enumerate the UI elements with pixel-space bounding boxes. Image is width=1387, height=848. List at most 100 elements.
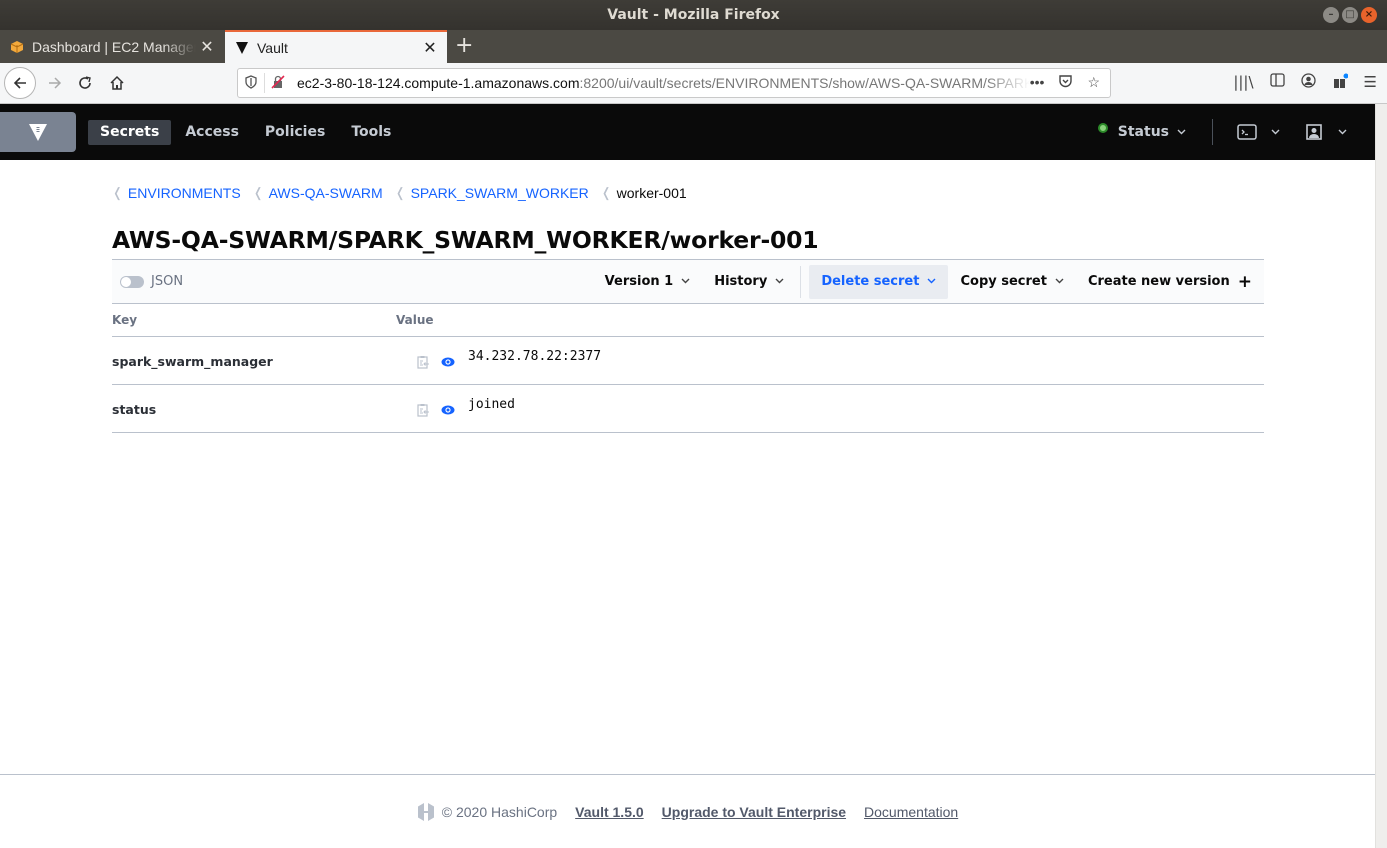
breadcrumb-item: ❬ worker-001 [601, 185, 687, 201]
close-tab-icon[interactable]: ✕ [419, 38, 441, 58]
home-button[interactable] [102, 68, 132, 98]
url-text[interactable]: ec2-3-80-18-124.compute-1.amazonaws.com:… [291, 75, 1030, 91]
page-footer: © 2020 HashiCorp Vault 1.5.0 Upgrade to … [0, 774, 1375, 848]
toolbar-divider [800, 265, 802, 298]
footer-vault-version-link[interactable]: Vault 1.5.0 [575, 804, 643, 820]
menu-hamburger-icon[interactable]: ☰ [1364, 73, 1377, 93]
header-divider [1212, 119, 1213, 145]
reveal-eye-icon[interactable] [441, 354, 455, 368]
navigation-toolbar: ec2-3-80-18-124.compute-1.amazonaws.com:… [0, 63, 1387, 104]
tab-strip: Dashboard | EC2 Management Console ✕ Vau… [0, 30, 1387, 63]
breadcrumb-item: ❬ AWS-QA-SWARM [253, 185, 383, 201]
secret-toolbar: JSON Version 1 History Delete secret Cop… [112, 259, 1264, 304]
tracking-protection-shield-icon[interactable] [238, 74, 264, 92]
back-button[interactable] [4, 67, 36, 99]
aws-box-icon [10, 40, 24, 54]
arrow-right-icon [49, 77, 62, 89]
status-menu-button[interactable]: Status [1097, 123, 1186, 140]
chevron-down-icon [927, 276, 936, 287]
chevron-left-icon: ❬ [252, 185, 264, 200]
hashicorp-logo-icon [417, 802, 434, 821]
breadcrumb: ❬ ENVIRONMENTS ❬ AWS-QA-SWARM ❬ SPARK_SW… [112, 185, 699, 201]
home-icon [110, 75, 124, 90]
breadcrumb-link-environments[interactable]: ENVIRONMENTS [128, 185, 241, 201]
chevron-down-icon [681, 276, 690, 287]
maximize-button[interactable]: □ [1342, 7, 1358, 23]
breadcrumb-item: ❬ SPARK_SWARM_WORKER [395, 185, 589, 201]
terminal-icon [1237, 124, 1257, 140]
nav-tools[interactable]: Tools [339, 120, 403, 145]
main-nav: Secrets Access Policies Tools [88, 120, 403, 145]
library-icon[interactable]: |||\ [1233, 73, 1253, 93]
tab-title: Vault [257, 39, 288, 56]
delete-secret-button[interactable]: Delete secret [809, 264, 949, 299]
footer-copyright: © 2020 HashiCorp [417, 802, 557, 822]
reload-button[interactable] [70, 68, 100, 98]
plus-icon: + [1237, 271, 1252, 292]
footer-documentation-link[interactable]: Documentation [864, 804, 958, 820]
page-actions-icon[interactable]: ••• [1030, 74, 1045, 92]
close-window-button[interactable]: × [1361, 7, 1377, 23]
column-header-key: Key [112, 313, 138, 327]
secret-key: spark_swarm_manager [112, 354, 273, 369]
tab-ec2-dashboard[interactable]: Dashboard | EC2 Management Console ✕ [0, 30, 224, 63]
table-row: spark_swarm_manager 34.232.78.22:2377 [112, 337, 1264, 385]
account-icon[interactable] [1300, 73, 1316, 93]
sidebar-icon[interactable] [1269, 73, 1285, 93]
create-new-version-button[interactable]: Create new version + [1076, 265, 1264, 299]
bookmark-star-icon[interactable]: ☆ [1087, 74, 1100, 92]
table-row: status joined [112, 385, 1264, 433]
reload-icon [79, 76, 91, 89]
breadcrumb-link-spark-swarm-worker[interactable]: SPARK_SWARM_WORKER [411, 185, 589, 201]
chevron-down-icon [1177, 127, 1186, 138]
tab-vault[interactable]: Vault ✕ [225, 30, 447, 63]
secret-key: status [112, 402, 157, 417]
forward-button[interactable] [40, 68, 70, 98]
nav-secrets[interactable]: Secrets [88, 120, 172, 145]
chevron-left-icon: ❬ [394, 185, 406, 200]
chevron-down-icon [1271, 127, 1280, 138]
copy-secret-button[interactable]: Copy secret [948, 265, 1075, 299]
new-tab-button[interactable]: + [455, 30, 473, 63]
insecure-lock-icon[interactable] [265, 74, 291, 92]
json-toggle[interactable]: JSON [120, 274, 183, 289]
console-menu-button[interactable] [1237, 124, 1280, 140]
version-dropdown-button[interactable]: Version 1 [593, 265, 703, 299]
chevron-left-icon: ❬ [112, 185, 123, 200]
page-title: AWS-QA-SWARM/SPARK_SWARM_WORKER/worker-0… [112, 226, 819, 254]
url-bar[interactable]: ec2-3-80-18-124.compute-1.amazonaws.com:… [237, 68, 1111, 98]
window-title: Vault - Mozilla Firefox [607, 7, 780, 23]
tab-title: Dashboard | EC2 Management Console [32, 38, 196, 55]
footer-upgrade-link[interactable]: Upgrade to Vault Enterprise [662, 804, 846, 820]
table-header: Key Value [112, 304, 1264, 337]
history-dropdown-button[interactable]: History [702, 265, 796, 299]
chevron-down-icon [1338, 127, 1347, 138]
toggle-switch[interactable] [120, 275, 144, 288]
minimize-button[interactable]: – [1323, 7, 1339, 23]
secret-value: 34.232.78.22:2377 [468, 349, 602, 364]
nav-access[interactable]: Access [173, 120, 251, 145]
copy-clipboard-icon[interactable] [416, 354, 430, 369]
user-avatar-icon [1306, 124, 1322, 140]
chevron-left-icon: ❬ [600, 185, 612, 200]
nav-policies[interactable]: Policies [253, 120, 337, 145]
json-toggle-label: JSON [151, 274, 184, 289]
vault-home-link[interactable] [0, 112, 76, 152]
chevron-down-icon [1055, 276, 1064, 287]
breadcrumb-current: worker-001 [616, 185, 687, 201]
close-tab-icon[interactable]: ✕ [196, 37, 218, 57]
vault-header: Secrets Access Policies Tools Status [0, 104, 1375, 160]
user-menu-button[interactable] [1306, 124, 1347, 140]
copy-clipboard-icon[interactable] [416, 402, 430, 417]
vault-logo-icon [29, 124, 47, 141]
column-header-value: Value [396, 313, 434, 327]
page-scrollbar[interactable] [1375, 104, 1387, 848]
chevron-down-icon [775, 276, 784, 287]
breadcrumb-item: ❬ ENVIRONMENTS [112, 185, 241, 201]
breadcrumb-link-aws-qa-swarm[interactable]: AWS-QA-SWARM [269, 185, 383, 201]
whats-new-gift-icon[interactable] [1332, 73, 1349, 93]
reveal-eye-icon[interactable] [441, 402, 455, 416]
pocket-icon[interactable] [1058, 74, 1073, 92]
vault-triangle-icon [235, 41, 249, 55]
status-label: Status [1117, 124, 1169, 140]
